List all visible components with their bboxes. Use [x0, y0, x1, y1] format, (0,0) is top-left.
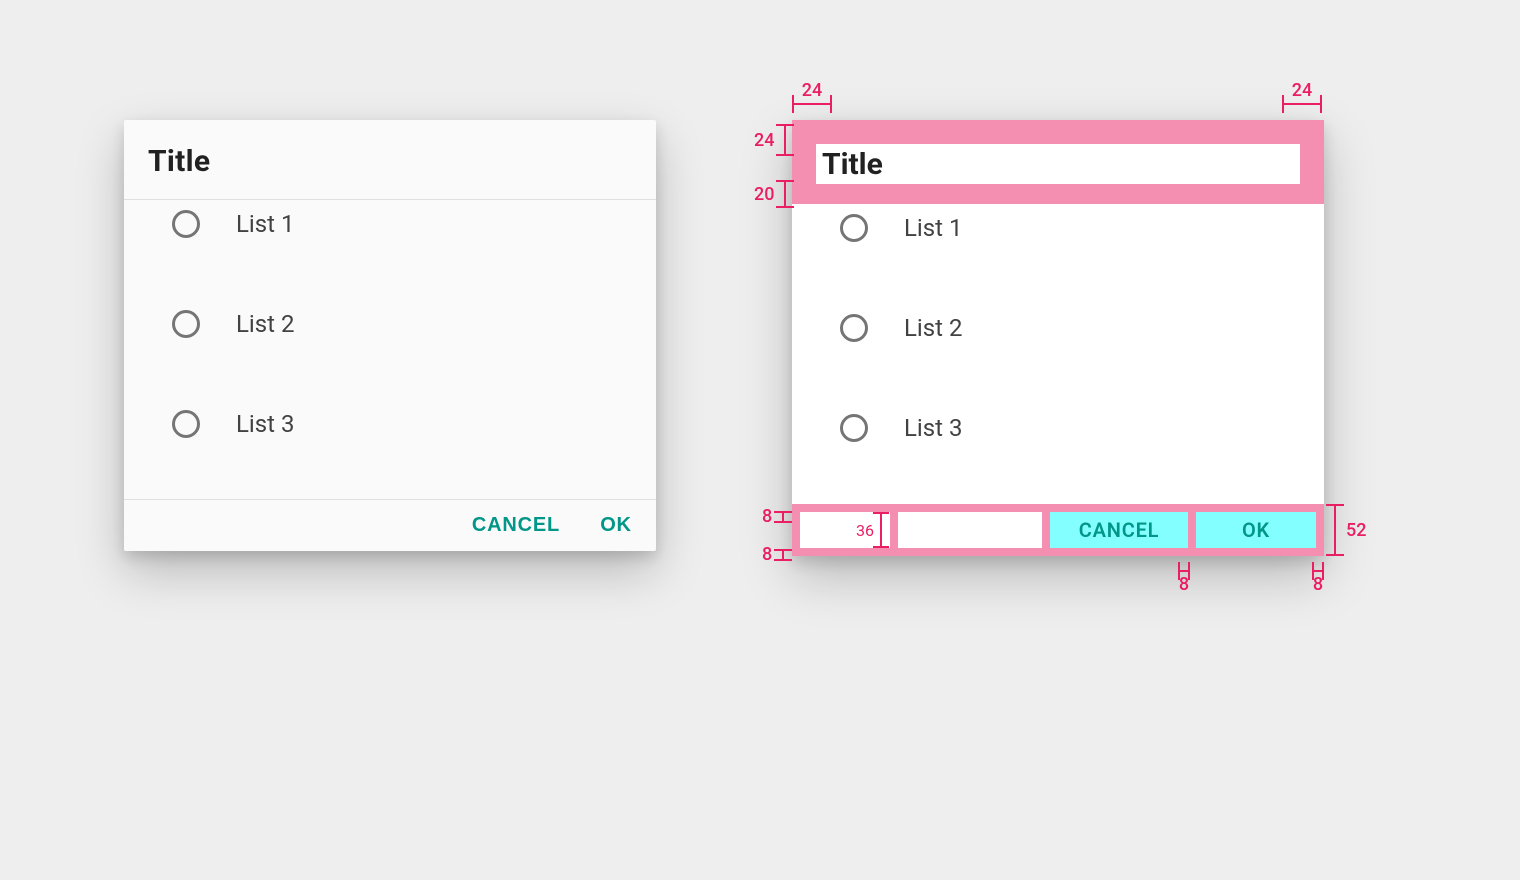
- list-item-label: List 3: [904, 414, 962, 442]
- radio-icon[interactable]: [840, 214, 868, 242]
- radio-icon[interactable]: [840, 314, 868, 342]
- dialog-option-list[interactable]: List 1 List 2 List 3 List 4: [124, 199, 656, 499]
- list-item[interactable]: List 3: [816, 378, 1300, 478]
- list-item-label: List 2: [904, 314, 962, 342]
- radio-icon[interactable]: [840, 414, 868, 442]
- measure-title-bottom: 20: [754, 180, 786, 208]
- radio-icon[interactable]: [172, 310, 200, 338]
- list-item[interactable]: List 1: [148, 199, 632, 274]
- dialog: Title List 1 List 2 List 3 List 4: [124, 120, 656, 551]
- stage: Title List 1 List 2 List 3 List 4: [0, 0, 1520, 880]
- radio-icon[interactable]: [172, 210, 200, 238]
- dialog-actions: CANCEL OK: [124, 499, 656, 551]
- list-item[interactable]: List 4: [148, 474, 632, 499]
- measure-button-gap-b: 8: [1312, 570, 1324, 597]
- spec-title: Title: [816, 144, 1300, 184]
- measure-actions-height: 52: [1334, 504, 1366, 556]
- spec-option-list: List 1 List 2 List 3 List 4: [792, 204, 1324, 504]
- spec-dialog: Title List 1 List 2 List 3 List 4: [792, 120, 1324, 556]
- radio-icon[interactable]: [172, 410, 200, 438]
- spec-cancel-button[interactable]: CANCEL: [1050, 512, 1188, 548]
- measure-pad-top: 24: [754, 124, 786, 156]
- spec-ok-button[interactable]: OK: [1196, 512, 1316, 548]
- spec-actions: 36 CANCEL OK: [792, 504, 1324, 556]
- list-item[interactable]: List 2: [148, 274, 632, 374]
- measure-pad-right: 24: [1282, 78, 1322, 105]
- cancel-button[interactable]: CANCEL: [456, 508, 576, 544]
- dialog-title: Title: [148, 144, 632, 179]
- list-item-label: List 1: [236, 210, 294, 238]
- dialog-title-bar: Title: [124, 120, 656, 199]
- ok-button[interactable]: OK: [584, 508, 648, 544]
- measure-actions-pad-top: 8: [762, 506, 784, 527]
- list-item[interactable]: List 1: [816, 204, 1300, 278]
- measure-actions-pad-bottom: 8: [762, 544, 784, 565]
- spec-action-spacer: 36: [800, 512, 890, 548]
- spec-title-area: Title: [792, 120, 1324, 204]
- list-item[interactable]: List 2: [816, 278, 1300, 378]
- list-item[interactable]: List 4: [816, 478, 1300, 504]
- measure-pad-left: 24: [792, 78, 832, 105]
- list-item-label: List 1: [904, 214, 962, 242]
- list-item[interactable]: List 3: [148, 374, 632, 474]
- list-item-label: List 3: [236, 410, 294, 438]
- list-item-label: List 2: [236, 310, 294, 338]
- measure-button-gap-a: 8: [1178, 570, 1190, 597]
- measure-button-height: 36: [856, 512, 946, 548]
